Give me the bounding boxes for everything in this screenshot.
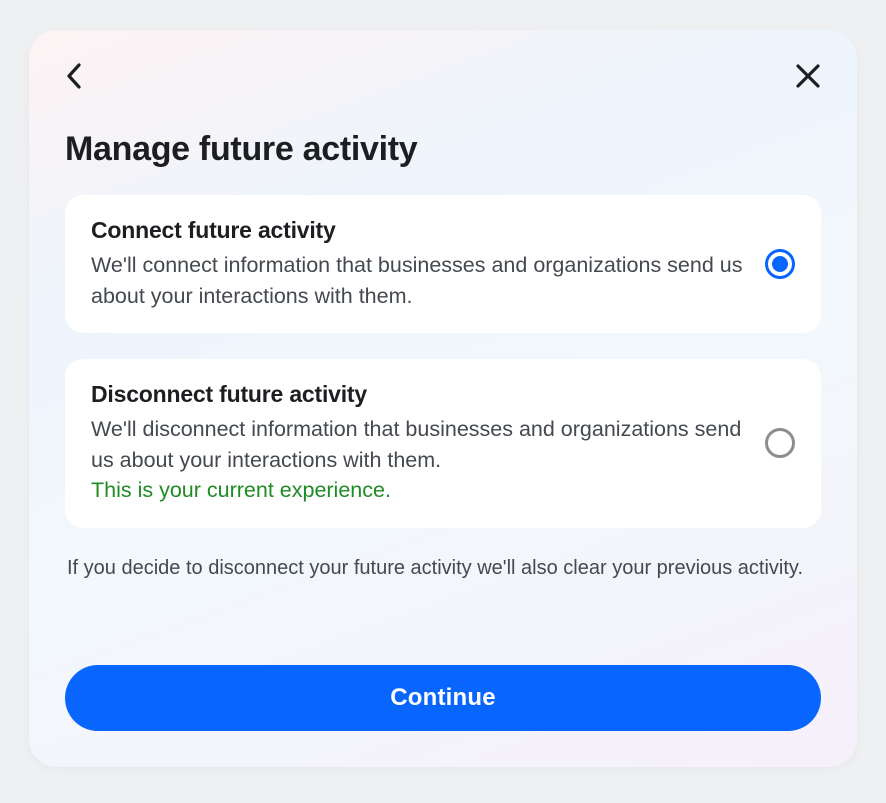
modal-header: [65, 58, 821, 94]
option-title: Connect future activity: [91, 217, 747, 244]
radio-disconnect[interactable]: [765, 428, 795, 458]
page-title: Manage future activity: [65, 130, 821, 169]
footer-note: If you decide to disconnect your future …: [65, 554, 821, 583]
option-title: Disconnect future activity: [91, 381, 747, 408]
radio-inner: [772, 256, 788, 272]
option-description: We'll connect information that businesse…: [91, 250, 747, 311]
option-text: Connect future activity We'll connect in…: [91, 217, 747, 311]
option-text: Disconnect future activity We'll disconn…: [91, 381, 747, 506]
close-icon[interactable]: [795, 63, 821, 89]
manage-activity-modal: Manage future activity Connect future ac…: [29, 30, 857, 767]
radio-connect[interactable]: [765, 249, 795, 279]
option-description: We'll disconnect information that busine…: [91, 414, 747, 475]
radio-outer: [765, 428, 795, 458]
option-disconnect[interactable]: Disconnect future activity We'll disconn…: [65, 359, 821, 528]
option-connect[interactable]: Connect future activity We'll connect in…: [65, 195, 821, 333]
current-experience-tag: This is your current experience.: [91, 475, 747, 506]
continue-button[interactable]: Continue: [65, 665, 821, 731]
back-icon[interactable]: [65, 62, 82, 90]
